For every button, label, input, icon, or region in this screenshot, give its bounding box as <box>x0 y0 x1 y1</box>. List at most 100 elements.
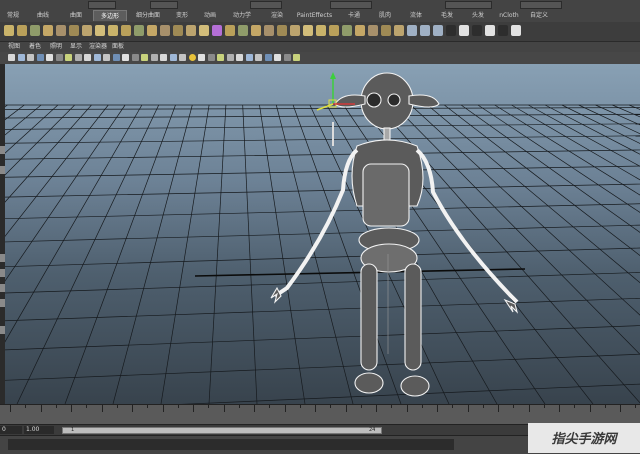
shelf-tool-icon[interactable] <box>303 25 313 36</box>
panel-tool-icon[interactable] <box>274 54 281 61</box>
shelf-tool-icon[interactable] <box>225 25 235 36</box>
panel-menu-item[interactable]: 视图 <box>8 42 20 52</box>
shelf-tab[interactable]: 细分曲面 <box>130 10 166 21</box>
shelf-tab[interactable]: 头发 <box>464 10 492 21</box>
range-slider[interactable]: 1 24 <box>62 427 382 434</box>
shelf-tab[interactable]: 卡通 <box>340 10 368 21</box>
panel-tool-icon[interactable] <box>208 54 215 61</box>
shelf-tab[interactable]: 多边形 <box>93 10 127 21</box>
shelf-tool-icon[interactable] <box>433 25 443 36</box>
status-button[interactable] <box>88 1 116 9</box>
shelf-tool-icon[interactable] <box>82 25 92 36</box>
panel-tool-icon[interactable] <box>46 54 53 61</box>
panel-tool-icon[interactable] <box>8 54 15 61</box>
panel-tool-icon[interactable] <box>189 54 196 61</box>
shelf-tool-icon[interactable] <box>95 25 105 36</box>
shelf-tool-icon[interactable] <box>277 25 287 36</box>
panel-tool-icon[interactable] <box>141 54 148 61</box>
panel-tool-icon[interactable] <box>103 54 110 61</box>
status-button[interactable] <box>520 1 562 9</box>
shelf-tab[interactable]: 动画 <box>198 10 222 21</box>
panel-menu-item[interactable]: 显示 <box>70 42 82 52</box>
shelf-tool-icon[interactable] <box>199 25 209 36</box>
shelf-tool-icon[interactable] <box>355 25 365 36</box>
panel-menu-item[interactable]: 着色 <box>29 42 41 52</box>
shelf-tool-icon[interactable] <box>108 25 118 36</box>
panel-tool-icon[interactable] <box>27 54 34 61</box>
shelf-tool-icon[interactable] <box>264 25 274 36</box>
panel-tool-icon[interactable] <box>198 54 205 61</box>
shelf-tool-icon[interactable] <box>4 25 14 36</box>
shelf-tool-icon[interactable] <box>238 25 248 36</box>
shelf-tab[interactable]: 肌肉 <box>371 10 399 21</box>
panel-tool-icon[interactable] <box>132 54 139 61</box>
shelf-tool-icon[interactable] <box>368 25 378 36</box>
shelf-tab[interactable]: 毛发 <box>433 10 461 21</box>
shelf-tab[interactable]: 常规 <box>2 10 24 21</box>
panel-tool-icon[interactable] <box>227 54 234 61</box>
shelf-tool-icon[interactable] <box>186 25 196 36</box>
panel-tool-icon[interactable] <box>84 54 91 61</box>
shelf-tool-icon[interactable] <box>316 25 326 36</box>
shelf-tab[interactable]: 自定义 <box>526 10 552 21</box>
shelf-tool-icon[interactable] <box>56 25 66 36</box>
shelf-tool-icon[interactable] <box>160 25 170 36</box>
shelf-tool-icon[interactable] <box>498 25 508 36</box>
shelf-tool-icon[interactable] <box>394 25 404 36</box>
panel-tool-icon[interactable] <box>65 54 72 61</box>
shelf-tool-icon[interactable] <box>472 25 482 36</box>
shelf-tab[interactable]: PaintEffects <box>292 10 337 21</box>
shelf-tool-icon[interactable] <box>290 25 300 36</box>
panel-tool-icon[interactable] <box>265 54 272 61</box>
shelf-tool-icon[interactable] <box>459 25 469 36</box>
panel-menu-item[interactable]: 照明 <box>50 42 62 52</box>
panel-tool-icon[interactable] <box>179 54 186 61</box>
shelf-tool-icon[interactable] <box>147 25 157 36</box>
panel-tool-icon[interactable] <box>37 54 44 61</box>
panel-tool-icon[interactable] <box>113 54 120 61</box>
shelf-tool-icon[interactable] <box>173 25 183 36</box>
shelf-tool-icon[interactable] <box>69 25 79 36</box>
status-button[interactable] <box>330 1 372 9</box>
shelf-tool-icon[interactable] <box>329 25 339 36</box>
shelf-tool-icon[interactable] <box>407 25 417 36</box>
panel-tool-icon[interactable] <box>94 54 101 61</box>
time-slider[interactable] <box>0 404 640 425</box>
panel-tool-icon[interactable] <box>236 54 243 61</box>
shelf-tool-icon[interactable] <box>134 25 144 36</box>
shelf-tool-icon[interactable] <box>212 25 222 36</box>
shelf-tool-icon[interactable] <box>446 25 456 36</box>
panel-menu-item[interactable]: 面板 <box>112 42 124 52</box>
shelf-tab[interactable]: 渲染 <box>265 10 289 21</box>
panel-tool-icon[interactable] <box>255 54 262 61</box>
panel-tool-icon[interactable] <box>170 54 177 61</box>
shelf-tab[interactable]: nCloth <box>495 10 523 21</box>
panel-tool-icon[interactable] <box>56 54 63 61</box>
shelf-tool-icon[interactable] <box>251 25 261 36</box>
panel-tool-icon[interactable] <box>246 54 253 61</box>
shelf-tool-icon[interactable] <box>43 25 53 36</box>
panel-menu-item[interactable]: 渲染器 <box>89 42 107 52</box>
status-button[interactable] <box>250 1 282 9</box>
shelf-tool-icon[interactable] <box>121 25 131 36</box>
panel-tool-icon[interactable] <box>122 54 129 61</box>
character-wireframe-model[interactable] <box>271 73 517 396</box>
shelf-tab[interactable]: 变形 <box>170 10 194 21</box>
shelf-tab[interactable]: 动力学 <box>227 10 257 21</box>
perspective-viewport[interactable] <box>5 64 640 404</box>
playback-start-field[interactable]: 1.00 <box>24 426 54 434</box>
shelf-tab[interactable]: 曲线 <box>28 10 58 21</box>
panel-tool-icon[interactable] <box>293 54 300 61</box>
shelf-tool-icon[interactable] <box>17 25 27 36</box>
status-button[interactable] <box>150 1 178 9</box>
panel-tool-icon[interactable] <box>18 54 25 61</box>
shelf-tab[interactable]: 流体 <box>402 10 430 21</box>
shelf-tool-icon[interactable] <box>420 25 430 36</box>
panel-tool-icon[interactable] <box>151 54 158 61</box>
shelf-tool-icon[interactable] <box>381 25 391 36</box>
shelf-tool-icon[interactable] <box>511 25 521 36</box>
panel-tool-icon[interactable] <box>75 54 82 61</box>
start-time-field[interactable]: 0 <box>0 426 22 434</box>
panel-tool-icon[interactable] <box>217 54 224 61</box>
shelf-tool-icon[interactable] <box>30 25 40 36</box>
